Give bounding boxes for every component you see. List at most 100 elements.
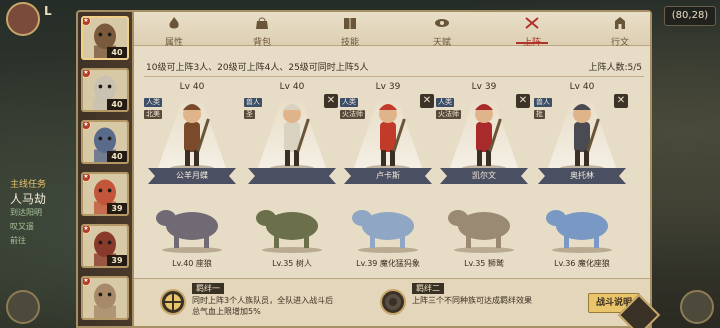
class-tag: 批 (534, 110, 545, 119)
player-avatar[interactable] (6, 2, 40, 36)
class-tag: 火法师 (436, 110, 461, 119)
pet-name: 狮鹫 (487, 259, 504, 268)
bond-2: 羁绊二 上阵三个不同种族可达成羁绊效果 (380, 283, 560, 321)
roster-slot[interactable]: ★ 40 (81, 120, 129, 164)
pet-label: Lv.35 树人 (244, 258, 340, 269)
map-coordinates: (80,28) (664, 6, 716, 26)
bond-text-line: 总气血上限增加5% (192, 307, 261, 316)
lineup-info: 10级可上阵3人、20级可上阵4人、25级可同时上阵5人 上阵人数:5/5 (146, 60, 642, 74)
pet-label: Lv.36 魔化座狼 (534, 258, 630, 269)
swords-icon (525, 17, 539, 29)
roster-slot[interactable]: ★ 39 (81, 224, 129, 268)
member-name-banner: 凯尔文 (440, 168, 528, 184)
pet-level: Lv.39 (356, 259, 378, 268)
pet-label: Lv.40 座狼 (144, 258, 240, 269)
team-member-slot[interactable]: Lv 40 人类 北美 公羊月蝶 Lv.40 座狼 (144, 80, 240, 269)
team-member-slot[interactable]: Lv 40 兽人圣 ✕ Lv.35 树人 (244, 80, 340, 269)
bond-emblem-icon (380, 289, 406, 315)
active-tab-indicator (516, 42, 548, 44)
class-badge-icon: ★ (83, 174, 91, 182)
pet-label: Lv.39 魔化猛犸象 (340, 258, 436, 269)
tab-swords[interactable]: 上阵 (502, 14, 562, 48)
remove-member-button[interactable]: ✕ (516, 94, 530, 108)
lineup-count: 上阵人数:5/5 (588, 63, 642, 73)
pet-figure (256, 210, 322, 253)
team-member-slot[interactable]: Lv 40 兽人批 ✕ 奥托林 Lv.36 魔化座狼 (534, 80, 630, 269)
bond-label: 羁绊二 (412, 283, 444, 294)
pet-name: 魔化座狼 (577, 259, 610, 268)
bond-text-line: 同时上阵3个人族队员，全队进入战斗后 (192, 296, 334, 305)
bag-icon (256, 17, 268, 29)
roster-level: 40 (107, 151, 127, 162)
pet-name: 魔化猛犸象 (379, 259, 420, 268)
member-level: Lv 40 (569, 82, 595, 92)
class-badge-icon: ★ (83, 122, 91, 130)
bond-bar: 羁绊一 同时上阵3个人族队员，全队进入战斗后 总气血上限增加5% 羁绊二 上阵三… (134, 278, 650, 326)
tab-eye[interactable]: 天赋 (412, 14, 472, 48)
pet-figure (448, 210, 514, 253)
roster-slot[interactable]: ★ 40 (81, 68, 129, 112)
class-badge-icon: ★ (83, 18, 91, 26)
tab-bag[interactable]: 背包 (232, 14, 292, 48)
bond-emblem-icon (160, 289, 186, 315)
member-name-banner (248, 168, 336, 184)
quest-sub: 到达阳明 (10, 208, 42, 217)
hero-figure (270, 104, 314, 171)
tab-label: 技能 (340, 38, 359, 48)
race-tag: 人类 (436, 98, 454, 107)
class-badge-icon: ★ (83, 278, 91, 286)
quest-sub: 叹又遥 (10, 222, 34, 231)
member-level: Lv 40 (179, 82, 205, 92)
tab-label: 天赋 (432, 38, 451, 48)
tab-label: 属性 (164, 38, 183, 48)
tab-tower[interactable]: 行文 (590, 14, 650, 48)
hero-figure (462, 104, 506, 171)
quest-panel[interactable]: 主线任务 人马劫 到达阳明 叹又遥 前往 (10, 178, 80, 248)
member-level: Lv 39 (375, 82, 401, 92)
roster-slot[interactable]: ★ 40 (81, 16, 129, 60)
world-menu-button[interactable] (6, 290, 40, 324)
pet-name: 座狼 (195, 259, 212, 268)
tab-flame[interactable]: 属性 (144, 14, 204, 48)
pet-level: Lv.36 (554, 259, 576, 268)
quest-sub: 前往 (10, 236, 26, 245)
roster-level: 40 (107, 47, 127, 58)
tower-icon (615, 17, 625, 29)
pet-name: 树人 (295, 259, 312, 268)
hero-figure (170, 104, 214, 171)
team-member-slot[interactable]: Lv 39 人类火法师 ✕ 凯尔文 Lv.35 狮鹫 (436, 80, 532, 269)
hero-figure (560, 104, 604, 171)
class-tag: 北美 (144, 110, 162, 119)
remove-member-button[interactable]: ✕ (420, 94, 434, 108)
pet-label: Lv.35 狮鹫 (436, 258, 532, 269)
remove-member-button[interactable]: ✕ (614, 94, 628, 108)
member-level: Lv 39 (471, 82, 497, 92)
class-tag: 圣 (244, 110, 255, 119)
lineup-panel: 属性 背包 技能 天赋 上阵行文 10级可上阵3人、20级可上阵4人、25级可同时上阵5… (132, 10, 661, 328)
member-level: Lv 40 (279, 82, 305, 92)
flame-icon (169, 17, 179, 29)
grid-icon (385, 294, 401, 310)
member-name-banner: 卢卡斯 (344, 168, 432, 184)
world-action-button[interactable] (680, 290, 714, 324)
bond-label: 羁绊一 (192, 283, 224, 294)
team-member-slot[interactable]: Lv 39 人类 火法师 ✕ 卢卡斯 Lv.39 魔化猛犸象 (340, 80, 436, 269)
roster-level: 39 (107, 255, 127, 266)
pet-level: Lv.35 (272, 259, 294, 268)
roster-slot[interactable]: ★ 39 (81, 172, 129, 216)
pet-level: Lv.35 (464, 259, 486, 268)
pet-figure (546, 210, 612, 253)
roster-slot[interactable]: ★ (81, 276, 129, 320)
world-title: L (44, 4, 52, 18)
tab-book[interactable]: 技能 (320, 14, 380, 48)
hero-figure (366, 104, 410, 171)
race-tag: 人类 (340, 98, 358, 107)
race-tag: 兽人 (534, 98, 552, 107)
bond-1: 羁绊一 同时上阵3个人族队员，全队进入战斗后 总气血上限增加5% (160, 283, 360, 321)
tab-bar: 属性 背包 技能 天赋 上阵行文 (134, 12, 650, 48)
tab-label: 背包 (252, 38, 271, 48)
crosshair-icon (165, 294, 181, 310)
race-tag: 兽人 (244, 98, 262, 107)
lineup-limit-text: 10级可上阵3人、20级可上阵4人、25级可同时上阵5人 (146, 63, 369, 73)
remove-member-button[interactable]: ✕ (324, 94, 338, 108)
